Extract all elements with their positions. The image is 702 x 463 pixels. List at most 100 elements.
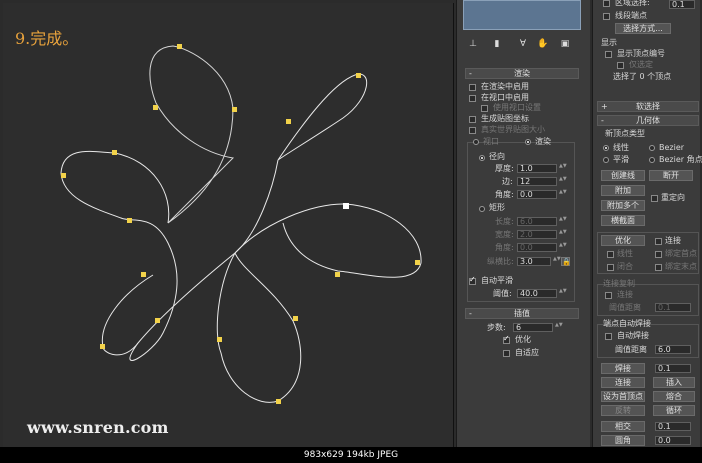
configure-modifiers-icon[interactable]: ▣ bbox=[559, 38, 571, 50]
length-field[interactable]: 6.0 bbox=[517, 217, 557, 226]
fuse-button[interactable]: 熔合 bbox=[653, 391, 695, 402]
weld-button[interactable]: 焊接 bbox=[601, 363, 645, 374]
enable-in-renderer-label: 在渲染中启用 bbox=[481, 82, 529, 91]
vertex-selected bbox=[343, 203, 349, 209]
thickness-label: 厚度: bbox=[495, 164, 514, 173]
auto-weld-checkbox[interactable] bbox=[605, 333, 612, 340]
steps-spinner[interactable]: ▲▼ bbox=[555, 323, 563, 332]
interpolation-rollout[interactable]: - 插值 bbox=[465, 308, 579, 319]
fillet-button[interactable]: 圆角 bbox=[601, 435, 645, 446]
soft-select-field[interactable]: 0.1 bbox=[669, 0, 695, 9]
width-field[interactable]: 2.0 bbox=[517, 230, 557, 239]
rect-angle-field[interactable]: 0.0 bbox=[517, 243, 557, 252]
aspect-field[interactable]: 3.0 bbox=[517, 257, 551, 266]
viewport-radio-label: 视口 bbox=[483, 137, 499, 146]
show-vertex-numbers-label: 显示顶点编号 bbox=[617, 49, 665, 58]
connect-copy-checkbox[interactable] bbox=[605, 292, 612, 299]
renderer-radio[interactable] bbox=[525, 139, 531, 145]
enable-in-renderer-checkbox[interactable] bbox=[469, 84, 476, 91]
adaptive-checkbox[interactable] bbox=[503, 350, 510, 357]
threshold-field[interactable]: 40.0 bbox=[517, 289, 557, 298]
bind-first-checkbox[interactable] bbox=[655, 251, 662, 258]
segment-end-label: 线段端点 bbox=[615, 11, 647, 20]
radial-radio[interactable] bbox=[479, 155, 485, 161]
use-viewport-settings-checkbox[interactable] bbox=[481, 105, 488, 112]
connect-checkbox[interactable] bbox=[655, 238, 662, 245]
selected-only-checkbox[interactable] bbox=[617, 62, 624, 69]
reverse-button[interactable]: 反转 bbox=[601, 405, 645, 416]
vertex-12 bbox=[217, 337, 222, 342]
select-method-button[interactable]: 选择方式... bbox=[615, 23, 671, 34]
sides-spinner[interactable]: ▲▼ bbox=[559, 177, 567, 186]
fillet-field[interactable]: 0.0 bbox=[655, 436, 691, 445]
closed-checkbox[interactable] bbox=[607, 264, 614, 271]
vertex-15 bbox=[335, 272, 340, 277]
lock-aspect-icon[interactable]: 🔒 bbox=[561, 257, 571, 266]
angle-spinner[interactable]: ▲▼ bbox=[559, 190, 567, 199]
create-line-button[interactable]: 创建线 bbox=[601, 170, 645, 181]
bind-last-checkbox[interactable] bbox=[655, 264, 662, 271]
remove-modifier-icon[interactable]: ✋ bbox=[537, 38, 549, 50]
cycle-button[interactable]: 循环 bbox=[653, 405, 695, 416]
cross-insert-field[interactable]: 0.1 bbox=[655, 422, 691, 431]
show-vertex-numbers-checkbox[interactable] bbox=[605, 51, 612, 58]
refine-button[interactable]: 优化 bbox=[601, 235, 645, 246]
bezier-corner-radio[interactable] bbox=[649, 157, 655, 163]
smooth-radio[interactable] bbox=[603, 157, 609, 163]
reorient-checkbox[interactable] bbox=[651, 195, 658, 202]
viewport[interactable]: 9.完成。 www.snren.com bbox=[3, 3, 454, 447]
bind-last-label: 绑定末点 bbox=[665, 262, 697, 271]
weld-threshold-label: 阈值距离 bbox=[615, 345, 647, 354]
generate-mapping-checkbox[interactable] bbox=[469, 116, 476, 123]
segment-end-checkbox[interactable] bbox=[603, 13, 610, 20]
rectangular-radio[interactable] bbox=[479, 206, 485, 212]
rect-angle-spinner[interactable]: ▲▼ bbox=[559, 243, 567, 252]
thickness-field[interactable]: 1.0 bbox=[517, 164, 557, 173]
make-unique-icon[interactable]: ∀ bbox=[517, 38, 529, 50]
bezier-radio[interactable] bbox=[649, 145, 655, 151]
spline-curve[interactable] bbox=[3, 3, 454, 447]
width-spinner[interactable]: ▲▼ bbox=[559, 230, 567, 239]
color-preview-swatch[interactable] bbox=[463, 0, 581, 30]
soft-select-label: 区域选择: bbox=[615, 0, 650, 7]
linear-refine-checkbox[interactable] bbox=[607, 251, 614, 258]
weld-threshold-field[interactable]: 6.0 bbox=[655, 345, 691, 354]
cross-insert-button[interactable]: 相交 bbox=[601, 421, 645, 432]
attach-button[interactable]: 附加 bbox=[601, 185, 645, 196]
length-spinner[interactable]: ▲▼ bbox=[559, 217, 567, 226]
smooth-label: 平滑 bbox=[613, 155, 629, 164]
vertex-8 bbox=[127, 218, 132, 223]
show-end-result-icon[interactable]: ▮ bbox=[491, 38, 503, 50]
render-rollout[interactable]: - 渲染 bbox=[465, 68, 579, 79]
linear-radio[interactable] bbox=[603, 145, 609, 151]
real-world-map-size-checkbox[interactable] bbox=[469, 127, 476, 134]
pin-stack-icon[interactable]: ⊥ bbox=[467, 38, 479, 50]
weld-field[interactable]: 0.1 bbox=[655, 364, 691, 373]
optimize-checkbox[interactable] bbox=[503, 334, 510, 344]
connect-copy-group-label: 连接复制 bbox=[603, 279, 635, 288]
vertex-13 bbox=[293, 316, 298, 321]
viewport-radio[interactable] bbox=[473, 139, 479, 145]
steps-field[interactable]: 6 bbox=[513, 323, 553, 332]
connect-copy-threshold-field[interactable]: 0.1 bbox=[655, 303, 691, 312]
thickness-spinner[interactable]: ▲▼ bbox=[559, 164, 567, 173]
renderer-radio-label: 渲染 bbox=[535, 137, 551, 146]
auto-smooth-checkbox[interactable] bbox=[469, 275, 476, 285]
sides-field[interactable]: 12 bbox=[517, 177, 557, 186]
threshold-spinner[interactable]: ▲▼ bbox=[559, 289, 567, 298]
angle-field[interactable]: 0.0 bbox=[517, 190, 557, 199]
soft-select-checkbox[interactable] bbox=[603, 0, 610, 7]
reorient-label: 重定向 bbox=[661, 193, 685, 202]
render-panel: ⊥ ▮ ∀ ✋ ▣ - 渲染 在渲染中启用 在视口中启用 使用视口设置 生成贴图坐… bbox=[456, 0, 590, 447]
insert-button[interactable]: 插入 bbox=[653, 377, 695, 388]
make-first-button[interactable]: 设为首顶点 bbox=[601, 391, 645, 402]
soft-selection-rollout[interactable]: + 软选择 bbox=[597, 101, 699, 112]
vertex-4 bbox=[286, 119, 291, 124]
enable-in-viewport-checkbox[interactable] bbox=[469, 95, 476, 102]
break-button[interactable]: 断开 bbox=[649, 170, 693, 181]
geometry-rollout[interactable]: - 几何体 bbox=[597, 115, 699, 126]
attach-multiple-button[interactable]: 附加多个 bbox=[601, 200, 645, 211]
connect-button[interactable]: 连接 bbox=[601, 377, 645, 388]
aspect-spinner[interactable]: ▲▼ bbox=[553, 257, 561, 266]
cross-section-button[interactable]: 横截面 bbox=[601, 215, 645, 226]
